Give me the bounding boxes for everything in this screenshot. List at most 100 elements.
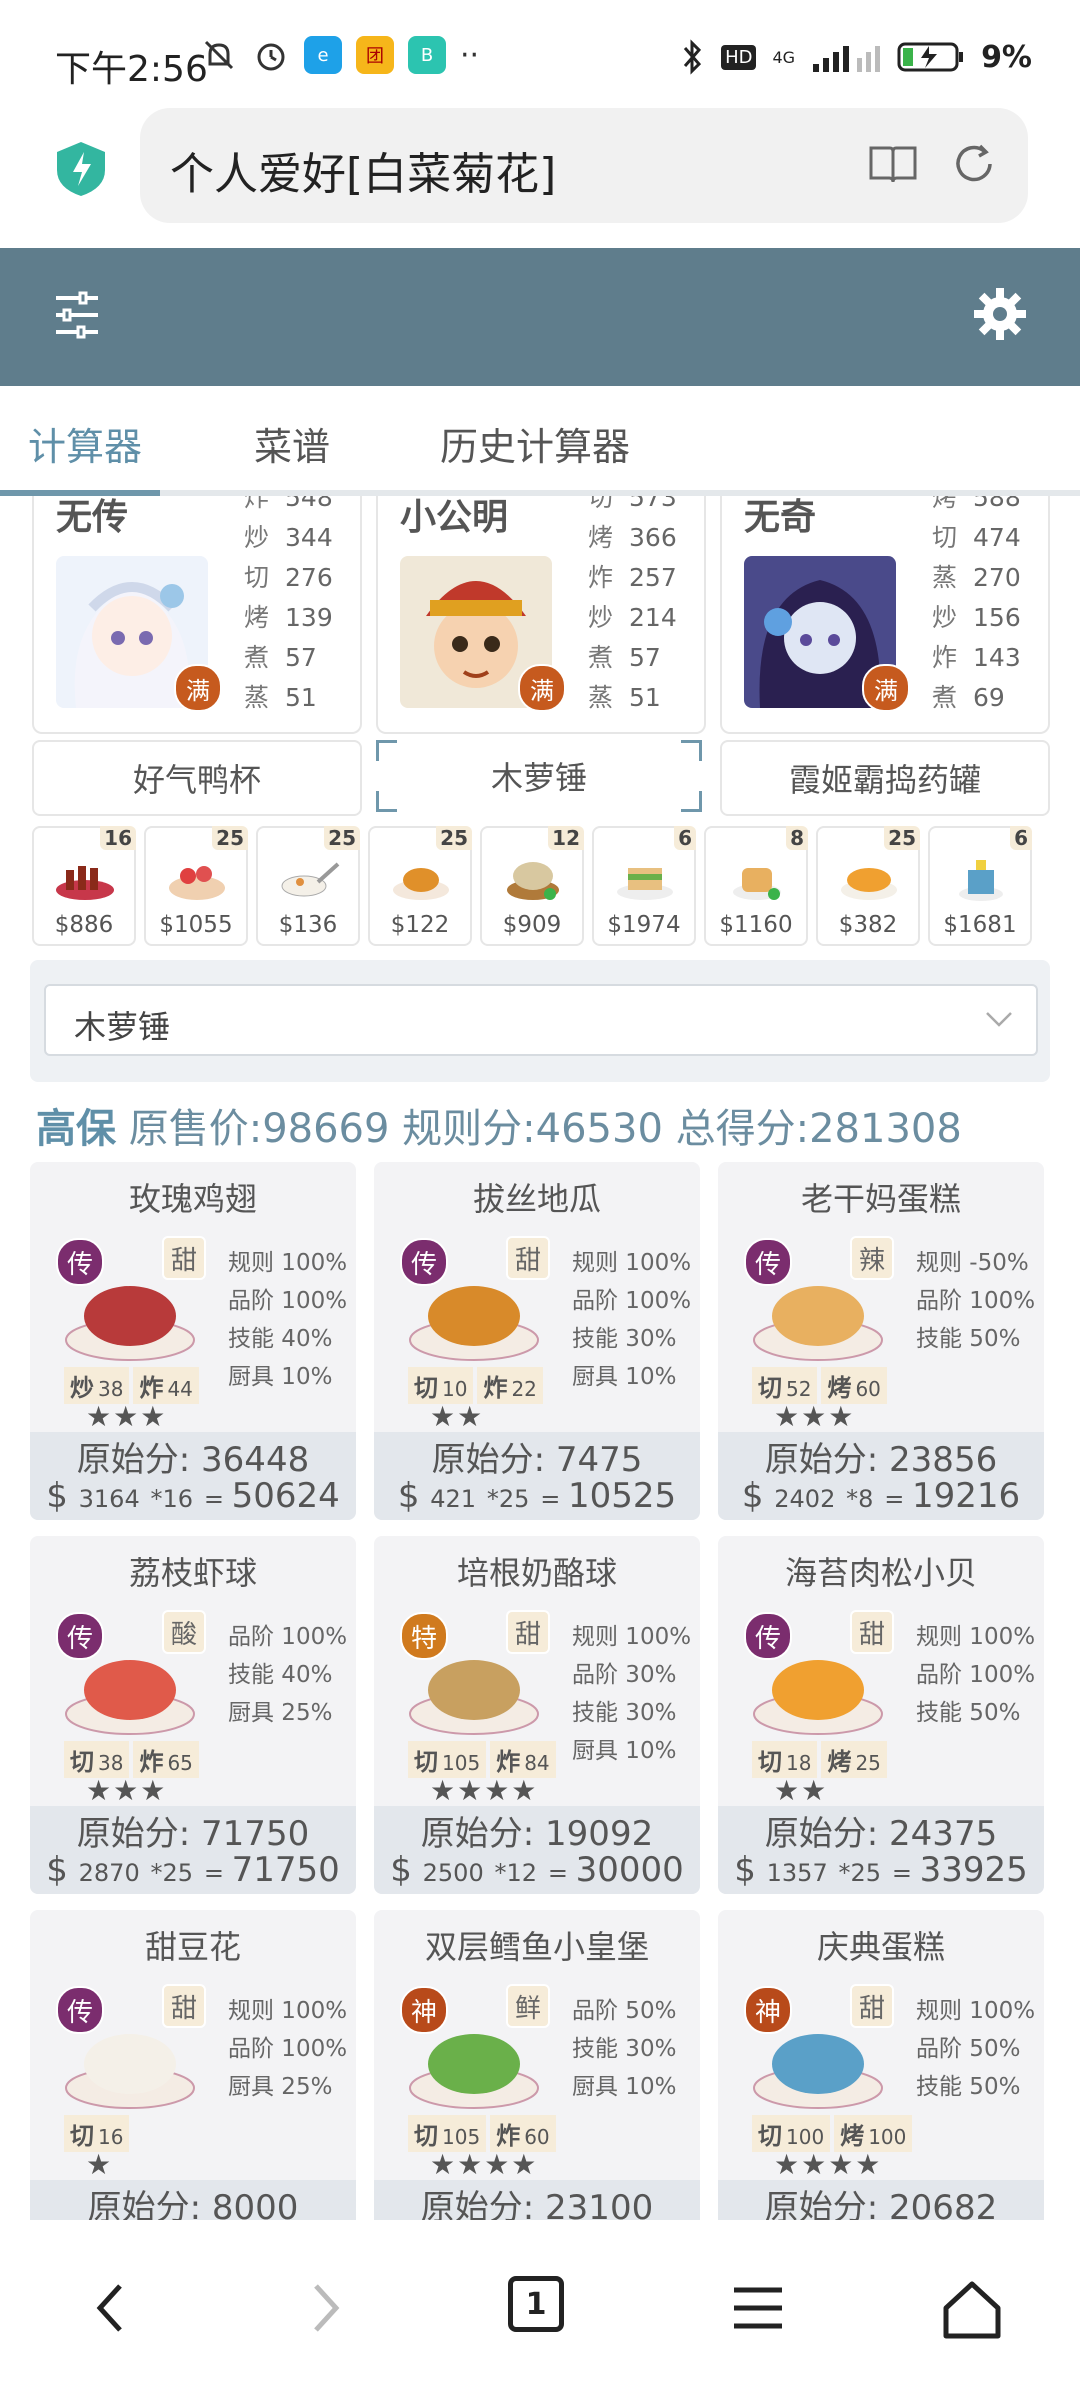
original-score: 原始分: 36448 — [76, 1440, 310, 1480]
original-score: 原始分: 19092 — [420, 1814, 654, 1854]
skill-requirement: 切 38 — [64, 1741, 130, 1778]
reload-icon[interactable] — [950, 140, 998, 188]
price-calc: $ 2402 *8 = 19216 — [741, 1476, 1021, 1516]
skill-requirement: 切 16 — [64, 2115, 130, 2152]
dish-price: $886 — [54, 912, 114, 938]
recipe-card[interactable]: 拔丝地瓜传 甜切 10 炸 22 ★★ 规则 100% 品阶 100% 技能 30% 厨具 10%… — [374, 1162, 700, 1520]
recipe-name: 培根奶酪球 — [456, 1554, 617, 1592]
equipment-slot[interactable]: 霞姬霸捣药罐 — [720, 740, 1050, 816]
dish-slot[interactable]: 25 $382 — [816, 826, 920, 946]
recipe-card[interactable]: 老干妈蛋糕传 辣切 52 烤 60 ★★★ 规则 -50% 品阶 100% 技能 50% 原始分:… — [718, 1162, 1044, 1520]
chef-skills: 切 573 烤 366 炸 257 炒 214 煮 57 蒸 51 — [588, 496, 677, 712]
home-icon[interactable] — [940, 2278, 1004, 2342]
recipe-card[interactable]: 庆典蛋糕神 甜切 100 烤 100 ★★★★ 规则 100% 品阶 50% 技能 50% 原始分… — [718, 1910, 1044, 2220]
score-footer: 原始分: 8000 — [30, 2180, 356, 2220]
recipe-name: 拔丝地瓜 — [472, 1180, 601, 1218]
bonus-line: 技能 30% — [572, 1326, 677, 1352]
rank-badge: 传 — [744, 1612, 792, 1660]
more-dots-icon: ·· — [460, 37, 480, 73]
orig-price-label: 原售价: — [128, 1106, 263, 1152]
dish-image — [393, 868, 449, 900]
skill-row: 切 105 炸 84 — [408, 1741, 556, 1778]
filter-sliders-icon[interactable] — [52, 288, 102, 342]
status-right: HD 4G 9% — [681, 38, 1032, 76]
equipment-label: 木萝锤 — [490, 759, 587, 797]
status-bar: 下午2:56 e 团 B ·· HD 4G 9% — [0, 0, 1080, 100]
dish-image — [841, 868, 897, 900]
dish-count: 25 — [212, 826, 248, 850]
recipe-card[interactable]: 海苔肉松小贝传 甜切 18 烤 25 ★★ 规则 100% 品阶 100% 技能 50% 原始分:… — [718, 1536, 1044, 1894]
dish-slot[interactable]: 25 $136 — [256, 826, 360, 946]
dish-slot[interactable]: 6 $1974 — [592, 826, 696, 946]
skill-requirement: 炒 38 — [64, 1367, 130, 1404]
bonus-line: 品阶 100% — [228, 1288, 348, 1314]
tab-recipes[interactable]: 菜谱 — [254, 416, 330, 471]
rank-badge: 特 — [400, 1612, 448, 1660]
skill-requirement: 切 100 — [752, 2115, 831, 2152]
skill-requirement: 切 52 — [752, 1367, 818, 1404]
recipe-card[interactable]: 培根奶酪球特 甜切 105 炸 84 ★★★★ 规则 100% 品阶 30% 技能 30% 厨具 … — [374, 1536, 700, 1894]
flavor-tag: 甜 — [506, 1236, 550, 1280]
recipe-card[interactable]: 双层鳕鱼小皇堡神 鲜切 105 炸 60 ★★★★ 品阶 50% 技能 30% 厨具 10% 原始… — [374, 1910, 700, 2220]
equipment-slot[interactable]: 好气鸭杯 — [32, 740, 362, 816]
original-score: 原始分: 24375 — [764, 1814, 998, 1854]
bonus-line: 技能 40% — [228, 1662, 333, 1688]
skill-row: 切 105 炸 60 — [408, 2115, 556, 2152]
score-footer: 原始分: 71750 $ 2870 *25 = 71750 — [30, 1806, 356, 1894]
skill-row: 炒 38 炸 44 — [64, 1367, 199, 1404]
chef-card[interactable]: 小公明 满 切 573 烤 366 炸 257 炒 214 煮 57 蒸 51 — [376, 496, 706, 734]
back-icon[interactable] — [90, 2278, 130, 2338]
dish-slot[interactable]: 25 $1055 — [144, 826, 248, 946]
equipment-slot-selected[interactable]: 木萝锤 — [376, 740, 702, 812]
dish-slot[interactable]: 6 $1681 — [928, 826, 1032, 946]
original-score: 原始分: 20682 — [764, 2188, 998, 2220]
original-score: 原始分: 71750 — [76, 1814, 310, 1854]
chef-card[interactable]: 无传 满 炸 548 炒 344 切 276 烤 139 煮 57 蒸 51 — [32, 496, 362, 734]
star-rating: ★★ — [774, 1774, 829, 1807]
bonus-line: 厨具 10% — [572, 1364, 677, 1390]
total-score-value: 281308 — [809, 1106, 962, 1152]
security-shield-icon[interactable] — [55, 140, 107, 198]
bonus-line: 技能 30% — [572, 2036, 677, 2062]
recipe-card[interactable]: 玫瑰鸡翅传 甜炒 38 炸 44 ★★★ 规则 100% 品阶 100% 技能 40% 厨具 10… — [30, 1162, 356, 1520]
dish-slot[interactable]: 12 $909 — [480, 826, 584, 946]
rule-score-label: 规则分: — [402, 1106, 536, 1152]
equipment-select[interactable]: 木萝锤 — [44, 984, 1038, 1056]
select-value: 木萝锤 — [74, 1008, 171, 1046]
tab-calculator[interactable]: 计算器 — [28, 416, 142, 471]
menu-icon[interactable] — [730, 2278, 786, 2338]
skill-requirement: 炸 22 — [477, 1367, 543, 1404]
bonus-line: 品阶 30% — [572, 1662, 677, 1688]
tab-history-calculator[interactable]: 历史计算器 — [440, 416, 630, 471]
dish-slot[interactable]: 16 $886 — [32, 826, 136, 946]
bonus-line: 厨具 10% — [572, 1738, 677, 1764]
recipe-card[interactable]: 甜豆花传 甜切 16 ★ 规则 100% 品阶 100% 厨具 25% 原始分: 8000 — [30, 1910, 356, 2220]
original-score: 原始分: 23100 — [420, 2188, 654, 2220]
settings-gear-icon[interactable] — [972, 286, 1028, 342]
bonus-list: 规则 100% 品阶 100% 厨具 25% — [228, 1992, 347, 2106]
dish-count: 12 — [548, 826, 584, 850]
original-score: 原始分: 23856 — [764, 1440, 998, 1480]
dish-image — [733, 868, 781, 900]
price-calc: $ 421 *25 = 10525 — [397, 1476, 677, 1516]
recipe-name: 庆典蛋糕 — [816, 1928, 945, 1966]
dish-image — [617, 868, 673, 900]
flavor-tag: 甜 — [162, 1236, 206, 1280]
dish-image — [959, 860, 1003, 901]
rank-badge: 传 — [744, 1238, 792, 1286]
bonus-line: 技能 50% — [916, 1326, 1021, 1352]
star-rating: ★★★ — [86, 1400, 168, 1433]
chef-badge: 满 — [518, 664, 566, 712]
reader-mode-icon[interactable] — [868, 142, 918, 186]
forward-icon[interactable] — [306, 2278, 346, 2338]
dish-price: $1160 — [719, 912, 793, 938]
star-rating: ★★ — [430, 1400, 485, 1433]
address-field[interactable]: 个人爱好[白菜菊花] — [140, 108, 1028, 223]
dish-slot[interactable]: 8 $1160 — [704, 826, 808, 946]
tabs-count-button[interactable]: 1 — [508, 2276, 564, 2332]
dish-count: 25 — [884, 826, 920, 850]
chef-card[interactable]: 无奇 满 烤 588 切 474 蒸 270 炒 156 炸 143 煮 69 — [720, 496, 1050, 734]
dish-slot[interactable]: 25 $122 — [368, 826, 472, 946]
recipe-card[interactable]: 荔枝虾球传 酸切 38 炸 65 ★★★ 品阶 100% 技能 40% 厨具 25% 原始分: 7… — [30, 1536, 356, 1894]
score-footer: 原始分: 7475 $ 421 *25 = 10525 — [374, 1432, 700, 1520]
